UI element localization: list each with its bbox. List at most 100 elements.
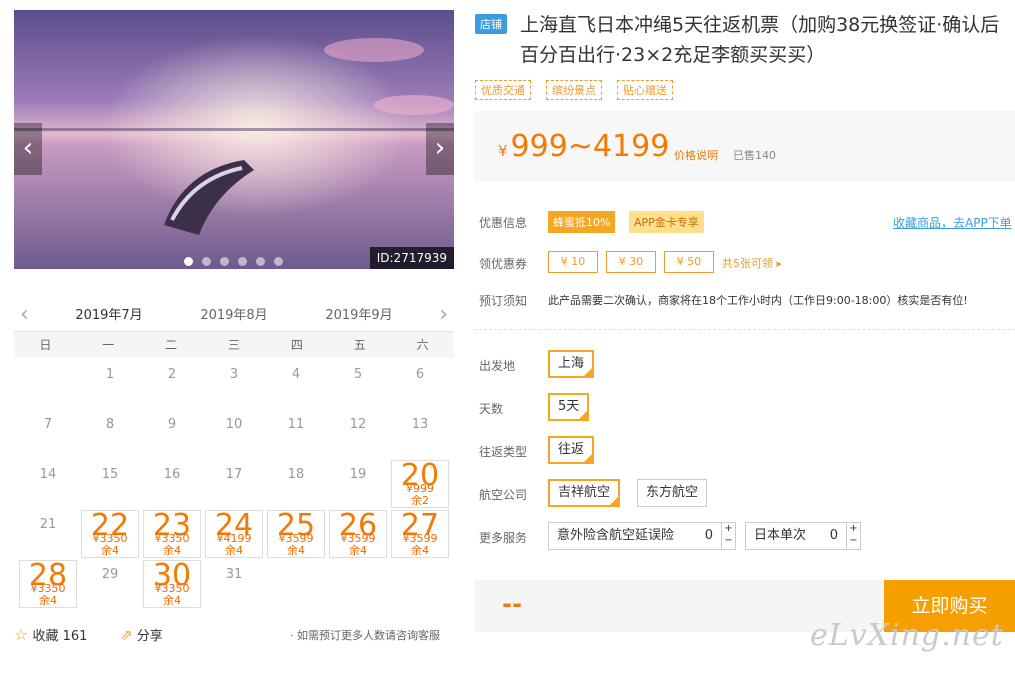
gallery-prev-button[interactable]: ‹ bbox=[14, 123, 42, 175]
photo-gallery[interactable]: ‹ › ID:2717939 bbox=[14, 10, 454, 269]
gallery-dot[interactable] bbox=[238, 257, 247, 266]
chevron-left-icon[interactable]: ‹ bbox=[20, 302, 29, 327]
calendar-day[interactable]: 28 ¥3350 余4 bbox=[19, 560, 77, 608]
gallery-dot[interactable] bbox=[202, 257, 211, 266]
calendar-day[interactable]: 24 ¥4199 余4 bbox=[205, 510, 263, 558]
favorite-button[interactable]: ☆ 收藏 161 bbox=[14, 625, 87, 644]
notice-label: 预订须知 bbox=[479, 294, 528, 308]
gallery-dot[interactable] bbox=[184, 257, 193, 266]
coupon-50[interactable]: ¥ 50 bbox=[664, 251, 714, 273]
day-number: 5 bbox=[353, 367, 363, 382]
calendar-day: 5 bbox=[329, 360, 387, 408]
day-number: 18 bbox=[287, 467, 305, 482]
day-number: 29 bbox=[101, 567, 119, 582]
day-remaining: 余2 bbox=[411, 494, 429, 507]
days-label: 天数 bbox=[479, 402, 504, 416]
days-option[interactable]: 5天 bbox=[548, 393, 590, 421]
day-number: 16 bbox=[163, 467, 181, 482]
day-number: 8 bbox=[105, 417, 115, 432]
day-number: 7 bbox=[43, 417, 53, 432]
airline-option-juneyao[interactable]: 吉祥航空 bbox=[548, 479, 621, 507]
trip-type-option[interactable]: 往返 bbox=[548, 436, 595, 464]
month-tab-jul[interactable]: 2019年7月 bbox=[64, 304, 154, 335]
service-qty[interactable]: 0 bbox=[830, 523, 838, 549]
day-number: 6 bbox=[415, 367, 425, 382]
coupon-10[interactable]: ¥ 10 bbox=[548, 251, 598, 273]
calendar-day: 19 bbox=[329, 460, 387, 508]
share-label: 分享 bbox=[136, 629, 163, 644]
month-tab-sep[interactable]: 2019年9月 bbox=[314, 304, 404, 323]
calendar-day: 7 bbox=[19, 410, 77, 458]
more-coupons-link[interactable]: 共5张可领 ▸ bbox=[722, 255, 782, 271]
calendar-day: 10 bbox=[205, 410, 263, 458]
divider bbox=[474, 329, 1015, 330]
calendar-day: 2 bbox=[143, 360, 201, 408]
day-remaining: 余4 bbox=[39, 594, 57, 607]
calendar-day: 17 bbox=[205, 460, 263, 508]
weekday-label: 日 bbox=[39, 338, 52, 352]
weekday-label: 四 bbox=[290, 338, 303, 352]
gallery-dot[interactable] bbox=[256, 257, 265, 266]
day-number: 22 bbox=[90, 508, 130, 543]
day-number: 31 bbox=[225, 567, 243, 582]
calendar-day[interactable]: 26 ¥3599 余4 bbox=[329, 510, 387, 558]
gallery-dot[interactable] bbox=[220, 257, 229, 266]
coupon-label: 领优惠券 bbox=[479, 257, 528, 271]
airline-option-eastern[interactable]: 东方航空 bbox=[637, 479, 708, 507]
gallery-next-button[interactable]: › bbox=[426, 123, 454, 175]
weekday-label: 一 bbox=[102, 338, 115, 352]
favorite-count: 161 bbox=[62, 629, 88, 644]
shop-badge: 店铺 bbox=[475, 14, 507, 34]
day-number: 11 bbox=[287, 417, 305, 432]
day-number: 17 bbox=[225, 467, 243, 482]
total-price: -- bbox=[502, 590, 522, 618]
calendar-day[interactable]: 25 ¥3599 余4 bbox=[267, 510, 325, 558]
watermark: eLvXing.net bbox=[810, 618, 1004, 653]
month-tab-aug[interactable]: 2019年8月 bbox=[189, 304, 279, 323]
tag-badge: 优质交通 bbox=[475, 80, 531, 100]
service-insurance[interactable]: 意外险含航空延误险 0 + − bbox=[548, 522, 736, 550]
calendar-day[interactable]: 22 ¥3350 余4 bbox=[81, 510, 139, 558]
calendar-day[interactable]: 30 ¥3350 余4 bbox=[143, 560, 201, 608]
qty-stepper[interactable]: + − bbox=[721, 523, 735, 549]
day-number: 3 bbox=[229, 367, 239, 382]
service-qty[interactable]: 0 bbox=[705, 523, 713, 549]
calendar-day[interactable]: 20 ¥999 余2 bbox=[391, 460, 449, 508]
day-number: 12 bbox=[349, 417, 367, 432]
qty-stepper[interactable]: + − bbox=[846, 523, 860, 549]
calendar-day: 21 bbox=[19, 510, 77, 558]
price-note-link[interactable]: 价格说明 bbox=[674, 147, 718, 163]
chevron-right-icon[interactable]: › bbox=[439, 302, 448, 327]
tag-badge: 贴心赠送 bbox=[617, 80, 673, 100]
departure-option[interactable]: 上海 bbox=[548, 350, 595, 378]
app-gold-badge: APP金卡专享 bbox=[629, 211, 704, 233]
day-number: 19 bbox=[349, 467, 367, 482]
day-number: 25 bbox=[276, 508, 316, 543]
gallery-dots bbox=[184, 257, 283, 266]
day-remaining: 余4 bbox=[287, 544, 305, 557]
calendar-day[interactable]: 23 ¥3350 余4 bbox=[143, 510, 201, 558]
gallery-dot[interactable] bbox=[274, 257, 283, 266]
day-remaining: 余4 bbox=[163, 544, 181, 557]
service-name: 意外险含航空延误险 bbox=[557, 528, 675, 543]
day-number: 2 bbox=[167, 367, 177, 382]
calendar-day: 11 bbox=[267, 410, 325, 458]
calendar-month-nav: ‹ 2019年7月 2019年8月 2019年9月 › bbox=[14, 296, 454, 335]
share-button[interactable]: ⇗ 分享 bbox=[120, 625, 163, 644]
product-id-badge: ID:2717939 bbox=[369, 247, 454, 269]
airline-label: 航空公司 bbox=[479, 488, 528, 502]
service-visa[interactable]: 日本单次 0 + − bbox=[745, 522, 861, 550]
collect-app-link[interactable]: 收藏商品，去APP下单 bbox=[893, 214, 1012, 231]
day-number: 20 bbox=[400, 458, 440, 493]
day-number: 30 bbox=[152, 558, 192, 593]
product-title: 上海直飞日本冲绳5天往返机票（加购38元换签证·确认后百分百出行·23×2充足李… bbox=[520, 14, 1000, 66]
trip-type-label: 往返类型 bbox=[479, 445, 528, 459]
day-remaining: 余4 bbox=[101, 544, 119, 557]
coupon-30[interactable]: ¥ 30 bbox=[606, 251, 656, 273]
day-number: 21 bbox=[39, 517, 57, 532]
calendar-day[interactable]: 27 ¥3599 余4 bbox=[391, 510, 449, 558]
day-remaining: 余4 bbox=[225, 544, 243, 557]
honey-discount-badge: 蜂蜜抵10% bbox=[548, 211, 616, 233]
price: ¥999~4199 bbox=[498, 129, 670, 164]
day-number: 27 bbox=[400, 508, 440, 543]
